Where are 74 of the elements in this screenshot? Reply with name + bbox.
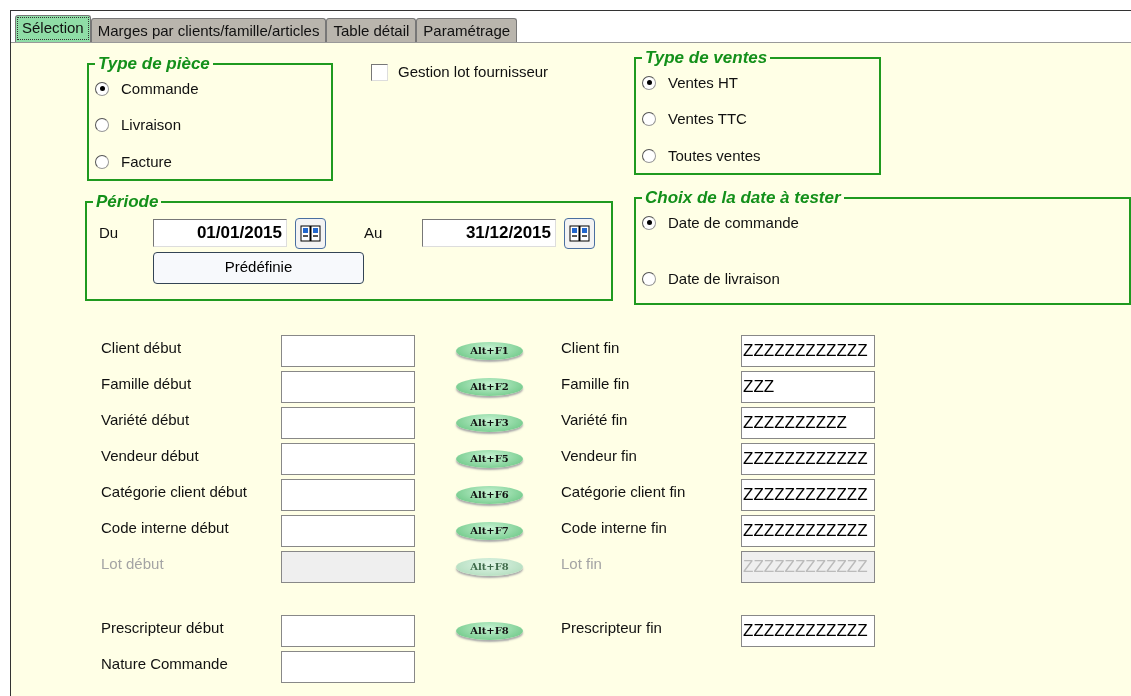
input-field[interactable] xyxy=(281,615,415,647)
shortcut-button[interactable]: Alt+F3 xyxy=(456,414,523,432)
tab[interactable]: Paramétrage xyxy=(416,18,518,42)
input-field[interactable] xyxy=(281,479,415,511)
group-title: Type de ventes xyxy=(644,49,769,68)
tab[interactable]: Sélection xyxy=(15,15,91,42)
field-label: Variété fin xyxy=(561,410,629,430)
radio-button[interactable] xyxy=(95,154,109,169)
field-label: Code interne fin xyxy=(561,518,668,538)
radio-button[interactable] xyxy=(642,112,656,127)
group-title: Période xyxy=(95,193,160,212)
radio-button[interactable] xyxy=(95,81,109,96)
radio-label: Toutes ventes xyxy=(668,145,761,166)
input-field[interactable] xyxy=(281,443,415,475)
calendar-icon xyxy=(569,224,590,242)
shortcut-button[interactable]: Alt+F6 xyxy=(456,486,523,504)
radio-button[interactable] xyxy=(95,118,109,133)
radio-label: Ventes TTC xyxy=(668,109,747,130)
radio-label: Livraison xyxy=(121,115,182,136)
radio-label: Date de livraison xyxy=(668,269,780,290)
field-label: Vendeur fin xyxy=(561,446,638,466)
shortcut-button[interactable]: Alt+F1 xyxy=(456,342,523,360)
checkbox[interactable] xyxy=(371,63,388,81)
group-title: Type de pièce xyxy=(97,55,211,74)
input-field[interactable]: ZZZZZZZZZZ xyxy=(741,407,875,439)
field-label: Famille fin xyxy=(561,374,631,394)
calendar-button[interactable] xyxy=(295,217,326,249)
field-label: Catégorie client fin xyxy=(561,482,687,502)
radio-label: Commande xyxy=(121,78,199,99)
shortcut-button[interactable]: Alt+F5 xyxy=(456,450,523,468)
input-field[interactable] xyxy=(281,651,415,683)
radio-button[interactable] xyxy=(642,75,656,90)
shortcut-button[interactable]: Alt+F8 xyxy=(456,622,523,640)
shortcut-button[interactable]: Alt+F2 xyxy=(456,378,523,396)
input-field[interactable] xyxy=(281,407,415,439)
field-label: Famille début xyxy=(101,374,193,394)
input-field[interactable] xyxy=(281,371,415,403)
field-label: Lot début xyxy=(101,554,165,574)
group-title: Choix de la date à tester xyxy=(644,189,843,208)
input-field[interactable]: ZZZZZZZZZZZZ xyxy=(741,479,875,511)
field-label: Au xyxy=(364,222,384,243)
field-label: Variété début xyxy=(101,410,191,430)
field-label: Du xyxy=(99,222,120,243)
field-label: Lot fin xyxy=(561,554,603,574)
field-label: Nature Commande xyxy=(101,654,229,674)
field-label: Code interne début xyxy=(101,518,230,538)
field-label: Prescripteur début xyxy=(101,618,225,638)
radio-button[interactable] xyxy=(642,148,656,163)
input-field[interactable] xyxy=(281,335,415,367)
field-label: Vendeur début xyxy=(101,446,200,466)
input-field[interactable]: ZZZZZZZZZZZZ xyxy=(741,443,875,475)
radio-label: Date de commande xyxy=(668,212,799,233)
calendar-icon xyxy=(300,224,321,242)
shortcut-button[interactable]: Alt+F7 xyxy=(456,522,523,540)
field-label: Client fin xyxy=(561,338,621,358)
calendar-button[interactable] xyxy=(564,217,595,249)
input-field[interactable]: ZZZZZZZZZZZZ xyxy=(741,615,875,647)
tab[interactable]: Marges par clients/famille/articles xyxy=(90,18,327,42)
radio-label: Ventes HT xyxy=(668,72,739,93)
checkbox-label: Gestion lot fournisseur xyxy=(398,62,549,82)
field-label: Client début xyxy=(101,338,183,358)
radio-button[interactable] xyxy=(642,215,656,230)
tab[interactable]: Table détail xyxy=(326,18,417,42)
field-label: Prescripteur fin xyxy=(561,618,663,638)
predefined-button[interactable]: Prédéfinie xyxy=(153,251,364,284)
input-field[interactable]: ZZZ xyxy=(741,371,875,403)
input-field[interactable]: ZZZZZZZZZZZZ xyxy=(741,515,875,547)
date-field[interactable]: 31/12/2015 xyxy=(422,219,556,248)
input-field[interactable] xyxy=(281,515,415,547)
date-field[interactable]: 01/01/2015 xyxy=(153,219,287,248)
field-label: Catégorie client début xyxy=(101,482,248,502)
input-field[interactable]: ZZZZZZZZZZZZ xyxy=(741,335,875,367)
radio-label: Facture xyxy=(121,151,172,172)
radio-button[interactable] xyxy=(642,272,656,287)
